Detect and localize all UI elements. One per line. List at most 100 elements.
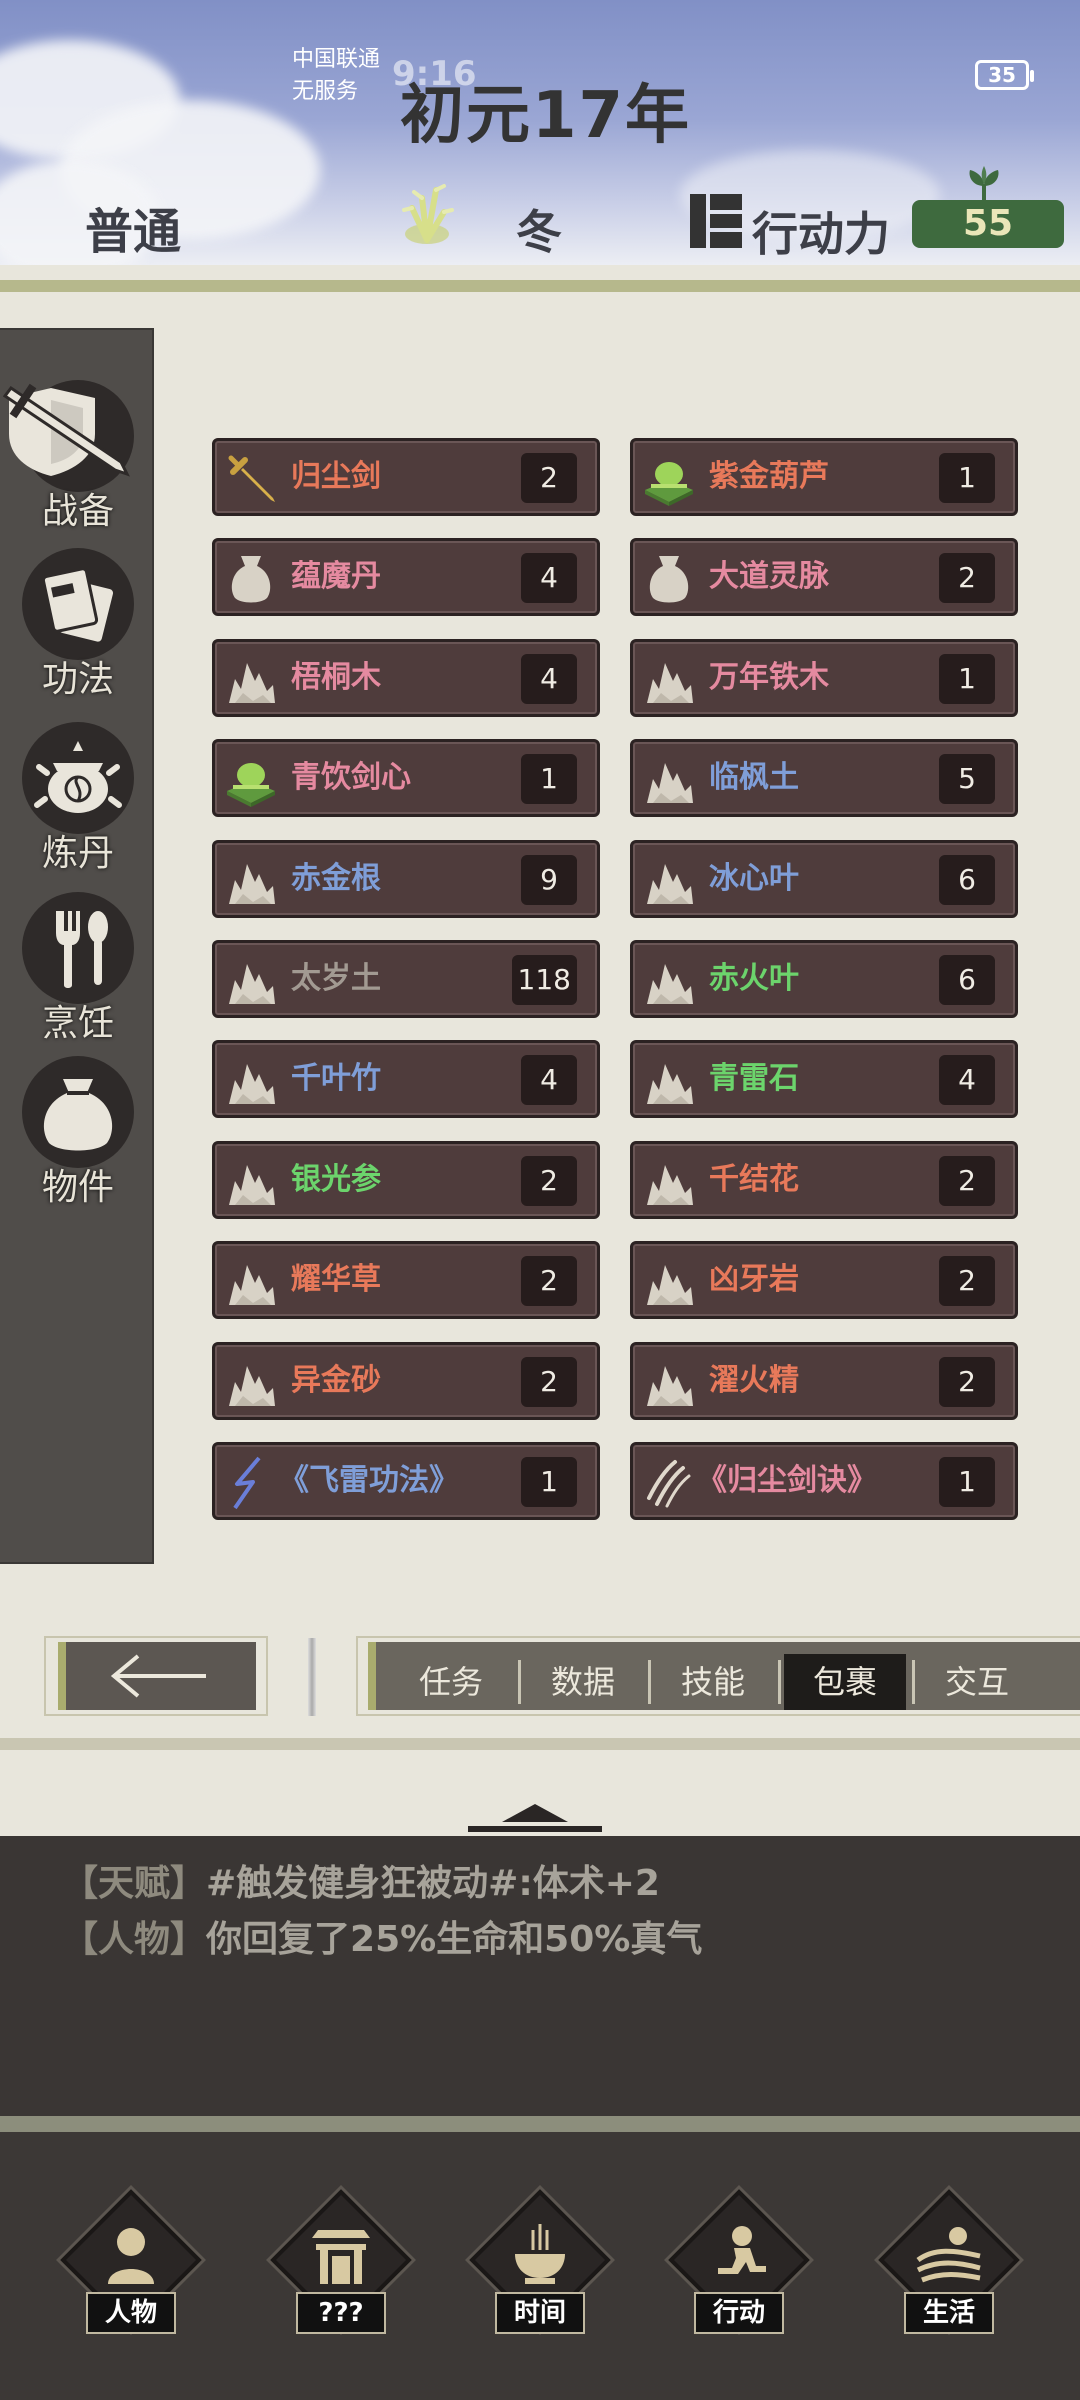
item-name: 太岁土	[291, 961, 381, 996]
nav-character-button[interactable]: 人物	[56, 2189, 206, 2350]
sidebar-item-label: 物件	[41, 1167, 114, 1208]
sidebar-item-label: 烹饪	[41, 1003, 114, 1044]
sidebar-item-items[interactable]: 物件	[18, 1056, 138, 1210]
nav-label: ???	[296, 2292, 386, 2334]
item-count: 1	[939, 1457, 995, 1507]
inventory-item[interactable]: 归尘剑 2	[212, 438, 600, 516]
sword-shield-icon	[3, 380, 134, 492]
material-icon	[641, 1052, 697, 1108]
winter-plant-icon	[402, 184, 454, 244]
inventory-item[interactable]: 蕴魔丹 4	[212, 538, 600, 617]
green-gourd-icon	[641, 450, 697, 506]
panel-bottom-edge	[0, 1738, 1080, 1750]
inventory-item[interactable]: 凶牙岩 2	[630, 1241, 1018, 1320]
year-title: 初元17年	[400, 79, 692, 153]
nav-time-button[interactable]: 时间	[465, 2189, 615, 2350]
item-name: 赤火叶	[709, 961, 799, 996]
log-tag: 【天赋】	[62, 1863, 207, 1904]
arrow-left-icon	[110, 1654, 206, 1698]
tab-interaction[interactable]: 交互	[916, 1654, 1038, 1710]
inventory-item[interactable]: 千结花 2	[630, 1140, 1018, 1219]
nav-life-button[interactable]: 生活	[874, 2189, 1024, 2350]
item-name: 青饮剑心	[291, 760, 411, 796]
inventory-item[interactable]: 耀华草 2	[212, 1241, 600, 1320]
tab-inventory[interactable]: 包裹	[784, 1654, 906, 1710]
sunset-field-icon	[916, 2227, 981, 2283]
log-divider	[0, 2116, 1080, 2132]
scroll-cards-icon	[22, 548, 134, 660]
inventory-item[interactable]: 异金砂 2	[212, 1341, 600, 1420]
tab-data[interactable]: 数据	[522, 1654, 644, 1710]
header: 中国联通 无服务 9:16 35 初元17年 普通 冬 行动力 55	[0, 0, 1080, 265]
inventory-item[interactable]: 《归尘剑诀》 1	[630, 1442, 1018, 1520]
item-count: 1	[939, 453, 995, 503]
nav-action-button[interactable]: 行动	[664, 2189, 814, 2350]
sidebar-item-equipment[interactable]: 战备	[3, 380, 138, 534]
sidebar-item-techniques[interactable]: 功法	[18, 548, 138, 702]
action-points-icon	[690, 194, 742, 248]
item-count: 4	[521, 553, 577, 604]
inventory-item[interactable]: 青雷石 4	[630, 1040, 1018, 1119]
inventory-item[interactable]: 赤金根 9	[212, 839, 600, 918]
inventory-item[interactable]: 万年铁木 1	[630, 638, 1018, 717]
item-count: 4	[939, 1055, 995, 1106]
back-button-face	[58, 1642, 256, 1710]
item-count: 2	[521, 1155, 577, 1206]
nav-label: 生活	[904, 2292, 994, 2334]
event-log: 【天赋】#触发健身狂被动#:体术+2 【人物】你回复了25%生命和50%真气	[0, 1836, 1080, 2116]
running-person-icon	[718, 2226, 766, 2274]
action-points-value: 55	[912, 200, 1064, 248]
tab-divider	[308, 1638, 316, 1716]
log-text: #触发健身狂被动#:体术+2	[206, 1863, 660, 1904]
inventory-item[interactable]: 紫金葫芦 1	[630, 438, 1018, 516]
item-count: 2	[521, 453, 577, 503]
item-name: 冰心叶	[709, 860, 799, 896]
item-bag-icon	[22, 1056, 134, 1168]
tab-separator	[648, 1660, 651, 1704]
item-count: 2	[939, 1155, 995, 1206]
service-status: 无服务	[292, 79, 359, 104]
nav-unknown-button[interactable]: ???	[266, 2189, 416, 2350]
inventory-item[interactable]: 《飞雷功法》 1	[212, 1442, 600, 1520]
sidebar-item-alchemy[interactable]: 炼丹	[18, 722, 138, 876]
category-sidebar: 战备 功法 炼丹 烹饪 物件	[0, 328, 154, 1564]
inventory-item[interactable]: 临枫土 5	[630, 739, 1018, 818]
inventory-item[interactable]: 青饮剑心 1	[212, 739, 600, 818]
tab-separator	[778, 1660, 781, 1704]
tab-bar-background: 任务 数据 技能 包裹 交互	[368, 1642, 1080, 1710]
action-points-label: 行动力	[752, 207, 890, 261]
claw-slash-icon	[641, 1454, 697, 1510]
inventory-item[interactable]: 太岁土 118	[212, 940, 600, 1018]
material-icon	[641, 1354, 697, 1410]
material-icon	[223, 651, 279, 707]
item-name: 异金砂	[291, 1362, 381, 1398]
nav-label: 人物	[86, 2292, 176, 2334]
item-name: 赤金根	[291, 860, 381, 896]
log-expand-handle[interactable]	[462, 1798, 608, 1836]
item-name: 银光参	[291, 1161, 381, 1197]
inventory-item[interactable]: 千叶竹 4	[212, 1040, 600, 1119]
alchemy-cauldron-icon	[22, 722, 134, 834]
tab-tasks[interactable]: 任务	[390, 1654, 512, 1710]
item-name: 紫金葫芦	[709, 459, 829, 494]
tab-skills[interactable]: 技能	[652, 1654, 774, 1710]
back-button[interactable]	[44, 1636, 268, 1716]
tab-separator	[912, 1660, 915, 1704]
item-name: 蕴魔丹	[291, 559, 381, 595]
sidebar-item-cooking[interactable]: 烹饪	[18, 892, 138, 1046]
inventory-item[interactable]: 濯火精 2	[630, 1341, 1018, 1420]
inventory-item[interactable]: 梧桐木 4	[212, 638, 600, 717]
inventory-item[interactable]: 银光参 2	[212, 1140, 600, 1219]
item-name: 千结花	[709, 1161, 799, 1197]
sidebar-item-label: 炼丹	[41, 833, 114, 874]
inventory-item[interactable]: 赤火叶 6	[630, 940, 1018, 1018]
material-icon	[223, 1052, 279, 1108]
gate-icon	[312, 2230, 370, 2284]
person-icon	[108, 2228, 154, 2284]
item-name: 青雷石	[709, 1061, 799, 1097]
inventory-item[interactable]: 大道灵脉 2	[630, 538, 1018, 617]
inventory-item[interactable]: 冰心叶 6	[630, 839, 1018, 918]
difficulty-label: 普通	[85, 204, 182, 260]
item-name: 千叶竹	[291, 1061, 381, 1097]
material-icon	[223, 1153, 279, 1209]
